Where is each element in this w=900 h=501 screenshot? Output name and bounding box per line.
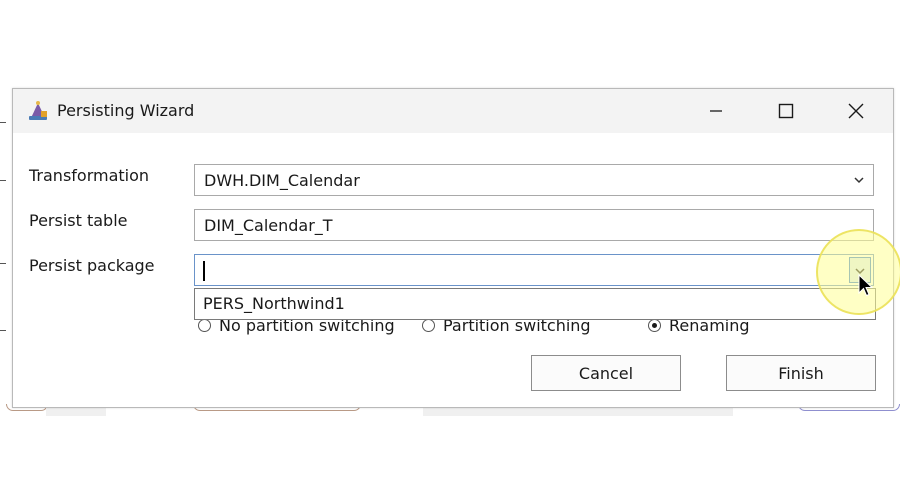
persist-package-dropdown-list: PERS_Northwind1 [194, 288, 876, 320]
wizard-app-icon [27, 100, 49, 122]
minimize-button[interactable] [681, 89, 751, 133]
persist-table-input[interactable]: DIM_Calendar_T [194, 209, 874, 241]
background-edge [0, 122, 6, 123]
finish-button[interactable]: Finish [726, 355, 876, 391]
radio-button-selected[interactable] [648, 318, 661, 332]
minimize-icon [709, 104, 723, 118]
radio-button[interactable] [198, 318, 211, 332]
background-edge [0, 330, 6, 331]
close-button[interactable] [821, 89, 891, 133]
cancel-button[interactable]: Cancel [531, 355, 681, 391]
persist-package-label: Persist package [29, 256, 155, 275]
maximize-button[interactable] [751, 89, 821, 133]
text-caret [203, 261, 205, 281]
persisting-wizard-dialog: Persisting Wizard Transformation DWH.DIM… [12, 88, 894, 408]
dropdown-option[interactable]: PERS_Northwind1 [203, 289, 875, 319]
chevron-down-icon[interactable] [851, 165, 867, 195]
window-title: Persisting Wizard [57, 101, 195, 120]
transformation-select[interactable]: DWH.DIM_Calendar [194, 164, 874, 196]
background-edge [0, 180, 6, 181]
title-bar: Persisting Wizard [13, 89, 893, 133]
mouse-pointer-icon [858, 273, 874, 302]
persist-table-label: Persist table [29, 211, 128, 230]
close-icon [848, 103, 864, 119]
radio-button[interactable] [422, 318, 435, 332]
cursor-highlight [816, 229, 900, 315]
persist-package-combobox[interactable] [194, 254, 874, 286]
transformation-value: DWH.DIM_Calendar [204, 171, 360, 190]
maximize-icon [778, 103, 794, 119]
persist-table-value: DIM_Calendar_T [204, 216, 333, 235]
background-edge [0, 263, 6, 264]
transformation-label: Transformation [29, 166, 150, 185]
